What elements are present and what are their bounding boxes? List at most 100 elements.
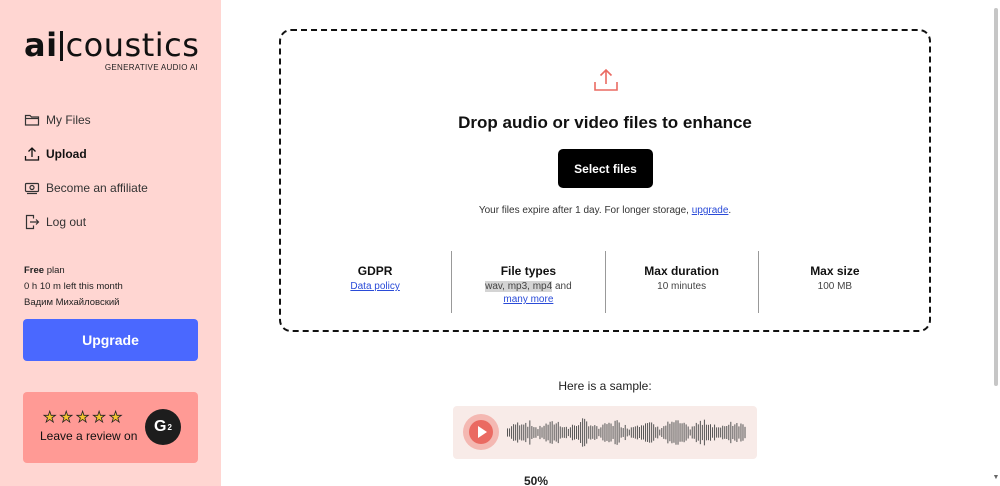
- waveform-bar: [722, 425, 724, 440]
- plan-info: Free plan 0 h 10 m left this month Вадим…: [24, 263, 123, 311]
- waveform-bar: [523, 424, 525, 441]
- waveform-bar: [580, 422, 582, 443]
- waveform-bar: [612, 426, 614, 439]
- waveform-bar: [669, 423, 671, 442]
- waveform-bar: [726, 426, 728, 439]
- sidebar-item-my-files[interactable]: My Files: [24, 110, 148, 130]
- waveform-bar: [707, 424, 709, 441]
- waveform-bar: [624, 424, 626, 441]
- expire-notice: Your files expire after 1 day. For longe…: [478, 205, 732, 216]
- waveform-bar: [657, 426, 659, 439]
- waveform-bar: [685, 424, 687, 441]
- waveform[interactable]: [507, 416, 747, 449]
- audio-player: [453, 406, 757, 459]
- user-name: Вадим Михайловский: [24, 297, 120, 308]
- review-banner[interactable]: ★ ★ ★ ★ ★ Leave a review on G2: [23, 392, 198, 463]
- waveform-bar: [689, 429, 691, 436]
- waveform-bar: [695, 422, 697, 443]
- waveform-bar: [632, 427, 634, 438]
- waveform-bar: [620, 427, 622, 438]
- waveform-bar: [557, 421, 559, 444]
- waveform-bar: [634, 426, 636, 439]
- waveform-bar: [651, 422, 653, 443]
- sidebar-item-affiliate[interactable]: Become an affiliate: [24, 178, 148, 198]
- star-icon: ★: [43, 409, 57, 426]
- plan-remaining: 0 h 10 m left this month: [24, 281, 123, 292]
- waveform-bar: [687, 426, 689, 439]
- waveform-bar: [693, 426, 695, 439]
- waveform-bar: [701, 424, 703, 441]
- play-button[interactable]: [463, 414, 499, 450]
- waveform-bar: [563, 427, 565, 438]
- plan-name: Free plan: [24, 265, 65, 276]
- waveform-bar: [703, 419, 705, 446]
- sidebar-nav: My Files Upload Become an affiliate Log …: [24, 110, 148, 246]
- waveform-bar: [716, 427, 718, 438]
- waveform-bar: [738, 426, 740, 439]
- info-row: GDPR Data policy File types wav, mp3, mp…: [299, 251, 911, 313]
- logo-wordmark: ai coustics: [24, 26, 200, 64]
- waveform-bar: [649, 422, 651, 443]
- waveform-bar: [598, 428, 600, 437]
- dropzone-title: Drop audio or video files to enhance: [458, 113, 752, 132]
- waveform-bar: [720, 427, 722, 438]
- waveform-bar: [712, 427, 714, 438]
- waveform-bar: [553, 424, 555, 441]
- waveform-bar: [742, 424, 744, 441]
- waveform-bar: [640, 425, 642, 440]
- waveform-bar: [559, 426, 561, 439]
- upgrade-link[interactable]: upgrade: [692, 205, 729, 216]
- waveform-bar: [730, 421, 732, 444]
- scrollbar[interactable]: ▼: [992, 0, 1000, 486]
- play-icon: [469, 420, 493, 444]
- waveform-bar: [511, 426, 513, 439]
- waveform-bar: [515, 424, 517, 441]
- scroll-thumb[interactable]: [994, 8, 998, 386]
- money-icon: [24, 182, 40, 195]
- logout-icon: [25, 214, 40, 230]
- folder-icon: [24, 114, 40, 126]
- sidebar-item-upload[interactable]: Upload: [24, 144, 148, 164]
- info-max-size: Max size 100 MB: [757, 251, 911, 313]
- sidebar-item-logout[interactable]: Log out: [24, 212, 148, 232]
- waveform-bar: [551, 421, 553, 444]
- many-more-link[interactable]: many more: [503, 294, 553, 305]
- logo-tagline: GENERATIVE AUDIO AI: [104, 63, 198, 72]
- waveform-bar: [573, 425, 575, 440]
- waveform-bar: [740, 423, 742, 442]
- info-max-duration: Max duration 10 minutes: [604, 251, 758, 313]
- waveform-bar: [604, 423, 606, 442]
- waveform-bar: [744, 426, 746, 439]
- waveform-bar: [592, 426, 594, 439]
- star-icon: ★: [75, 409, 90, 426]
- waveform-bar: [531, 426, 533, 439]
- waveform-bar: [533, 427, 535, 438]
- waveform-bar: [616, 420, 618, 445]
- waveform-bar: [594, 425, 596, 440]
- logo[interactable]: ai coustics GENERATIVE AUDIO AI: [24, 26, 200, 74]
- waveform-bar: [626, 428, 628, 437]
- upgrade-button[interactable]: Upgrade: [23, 319, 198, 361]
- waveform-bar: [697, 424, 699, 441]
- waveform-bar: [736, 423, 738, 442]
- waveform-bar: [567, 428, 569, 437]
- sidebar-item-label: Log out: [46, 215, 87, 229]
- waveform-bar: [724, 426, 726, 439]
- waveform-bar: [661, 428, 663, 437]
- scroll-down-icon[interactable]: ▼: [992, 474, 1000, 482]
- waveform-bar: [677, 420, 679, 445]
- mix-percent: 50%: [523, 474, 549, 486]
- select-files-button[interactable]: Select files: [558, 149, 653, 188]
- waveform-bar: [675, 420, 677, 445]
- upload-dropzone[interactable]: Drop audio or video files to enhance Sel…: [279, 29, 931, 332]
- data-policy-link[interactable]: Data policy: [350, 281, 399, 292]
- g2-logo-icon: G2: [145, 409, 181, 445]
- waveform-bar: [673, 422, 675, 443]
- sidebar-item-label: Upload: [46, 147, 87, 161]
- waveform-bar: [537, 429, 539, 436]
- waveform-bar: [561, 427, 563, 438]
- waveform-bar: [659, 429, 661, 436]
- sidebar: ai coustics GENERATIVE AUDIO AI My Files …: [0, 0, 221, 486]
- waveform-bar: [622, 428, 624, 437]
- waveform-bar: [699, 420, 701, 445]
